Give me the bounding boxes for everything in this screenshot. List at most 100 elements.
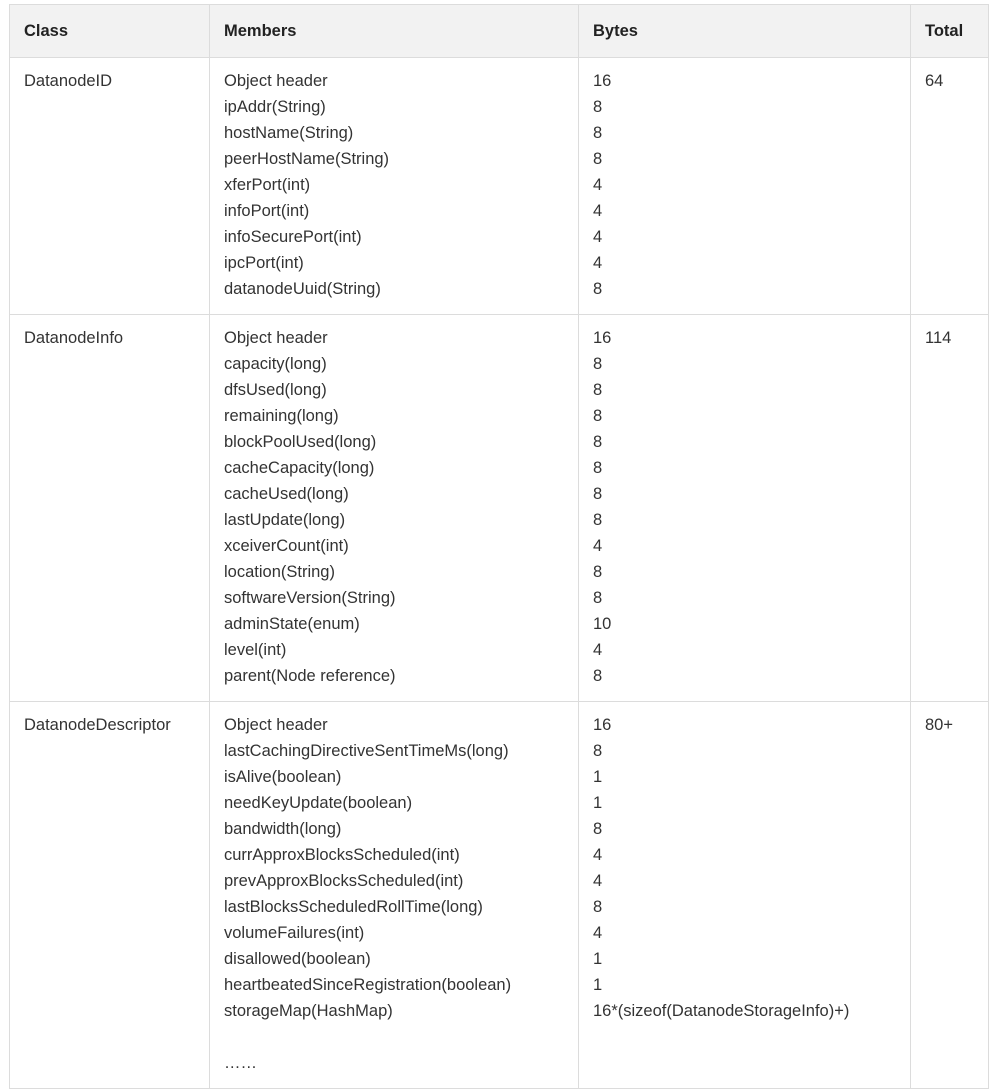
- class-name-text: DatanodeDescriptor: [24, 716, 171, 734]
- byte-size-item: 8: [593, 407, 603, 425]
- byte-size-item: 1: [593, 950, 603, 968]
- member-item: lastUpdate(long): [224, 511, 346, 529]
- member-item: hostName(String): [224, 124, 354, 142]
- byte-size-item: 16: [593, 716, 612, 734]
- byte-size-item: 8: [593, 355, 603, 373]
- column-header-members: Members: [209, 4, 579, 58]
- cell-bytes-list: 16 8 1 1 8 4 4 8 4 1 1 16*(sizeof(DatanodeStorageIn…: [578, 701, 911, 1089]
- member-item: softwareVersion(String): [224, 589, 396, 607]
- page-root: Class Members Bytes Total DatanodeID Obje…: [0, 0, 1000, 1089]
- byte-size-item: 4: [593, 872, 603, 890]
- byte-size-item: 8: [593, 433, 603, 451]
- member-item: infoSecurePort(int): [224, 228, 362, 246]
- column-header-class: Class: [9, 4, 210, 58]
- table-header: Class Members Bytes Total: [9, 4, 989, 58]
- byte-size-item: 1: [593, 976, 603, 994]
- byte-size-item: 4: [593, 254, 603, 272]
- member-spacer: [224, 1024, 578, 1050]
- byte-size-item: 4: [593, 176, 603, 194]
- member-item: lastCachingDirectiveSentTimeMs(long): [224, 742, 509, 760]
- byte-size-item: 4: [593, 537, 603, 555]
- member-item: adminState(enum): [224, 615, 360, 633]
- member-item: parent(Node reference): [224, 667, 396, 685]
- byte-size-item: 8: [593, 667, 603, 685]
- class-name-text: DatanodeID: [24, 72, 113, 90]
- table-row: DatanodeID Object header ipAddr(String) hos…: [9, 57, 989, 315]
- member-item: cacheCapacity(long): [224, 459, 375, 477]
- member-item: ipAddr(String): [224, 98, 326, 116]
- total-value-text: 80+: [925, 716, 953, 734]
- cell-members-list: Object header capacity(long) dfsUsed(long)…: [209, 314, 579, 702]
- cell-class-name: DatanodeDescriptor: [9, 701, 210, 1089]
- total-value-text: 114: [925, 329, 952, 347]
- byte-size-item: 8: [593, 381, 603, 399]
- member-item: isAlive(boolean): [224, 768, 342, 786]
- class-memory-size-table: Class Members Bytes Total DatanodeID Obje…: [9, 4, 989, 1089]
- column-header-bytes: Bytes: [578, 4, 911, 58]
- member-item: level(int): [224, 641, 287, 659]
- member-item: prevApproxBlocksScheduled(int): [224, 872, 464, 890]
- byte-size-item: 8: [593, 150, 603, 168]
- member-item: capacity(long): [224, 355, 327, 373]
- cell-total: 114: [910, 314, 989, 702]
- byte-size-item: 8: [593, 485, 603, 503]
- byte-size-item: 8: [593, 820, 603, 838]
- byte-size-item: 4: [593, 228, 603, 246]
- total-value-text: 64: [925, 72, 944, 90]
- cell-total: 80+: [910, 701, 989, 1089]
- member-item: cacheUsed(long): [224, 485, 349, 503]
- member-item: needKeyUpdate(boolean): [224, 794, 413, 812]
- member-item: bandwidth(long): [224, 820, 342, 838]
- byte-size-item: 8: [593, 98, 603, 116]
- member-item: heartbeatedSinceRegistration(boolean): [224, 976, 512, 994]
- byte-size-item: 8: [593, 511, 603, 529]
- member-item: dfsUsed(long): [224, 381, 327, 399]
- member-item: volumeFailures(int): [224, 924, 365, 942]
- cell-members-list: Object header ipAddr(String) hostName(Stri…: [209, 57, 579, 315]
- member-item: blockPoolUsed(long): [224, 433, 377, 451]
- byte-size-item: 16: [593, 72, 612, 90]
- cell-class-name: DatanodeID: [9, 57, 210, 315]
- member-item: currApproxBlocksScheduled(int): [224, 846, 460, 864]
- byte-size-item: 4: [593, 641, 603, 659]
- member-item: Object header: [224, 716, 328, 734]
- member-item: Object header: [224, 329, 328, 347]
- member-item: xceiverCount(int): [224, 537, 349, 555]
- byte-size-item: 8: [593, 280, 603, 298]
- byte-size-item: 8: [593, 742, 603, 760]
- table-header-row: Class Members Bytes Total: [9, 4, 989, 58]
- column-header-total: Total: [910, 4, 989, 58]
- class-name-text: DatanodeInfo: [24, 329, 124, 347]
- byte-size-item: 8: [593, 459, 603, 477]
- member-item: lastBlocksScheduledRollTime(long): [224, 898, 483, 916]
- cell-members-list: Object header lastCachingDirectiveSentTim…: [209, 701, 579, 1089]
- member-item: Object header: [224, 72, 328, 90]
- member-item: datanodeUuid(String): [224, 280, 381, 298]
- byte-size-item: 16*(sizeof(DatanodeStorageInfo)+): [593, 1002, 850, 1020]
- cell-bytes-list: 16 8 8 8 8 8 8 8 4 8 8 10 4 8: [578, 314, 911, 702]
- table-row: DatanodeDescriptor Object header lastCachi…: [9, 701, 989, 1089]
- byte-size-item: 1: [593, 794, 603, 812]
- member-item: remaining(long): [224, 407, 339, 425]
- byte-size-item: 16: [593, 329, 612, 347]
- member-item: peerHostName(String): [224, 150, 390, 168]
- cell-total: 64: [910, 57, 989, 315]
- member-item: xferPort(int): [224, 176, 311, 194]
- byte-size-item: 4: [593, 924, 603, 942]
- cell-bytes-list: 16 8 8 8 4 4 4 4 8: [578, 57, 911, 315]
- cell-class-name: DatanodeInfo: [9, 314, 210, 702]
- table-row: DatanodeInfo Object header capacity(long) d…: [9, 314, 989, 702]
- member-item: infoPort(int): [224, 202, 310, 220]
- byte-size-item: 8: [593, 124, 603, 142]
- member-item: location(String): [224, 563, 335, 581]
- byte-size-item: 8: [593, 563, 603, 581]
- member-item: storageMap(HashMap): [224, 1002, 393, 1020]
- table-body: DatanodeID Object header ipAddr(String) hos…: [9, 57, 989, 1089]
- member-item: disallowed(boolean): [224, 950, 371, 968]
- byte-size-item: 10: [593, 615, 612, 633]
- byte-size-item: 8: [593, 589, 603, 607]
- table-container: Class Members Bytes Total DatanodeID Obje…: [9, 4, 989, 1089]
- member-ellipsis: ……: [224, 1054, 257, 1072]
- byte-size-item: 1: [593, 768, 603, 786]
- member-item: ipcPort(int): [224, 254, 304, 272]
